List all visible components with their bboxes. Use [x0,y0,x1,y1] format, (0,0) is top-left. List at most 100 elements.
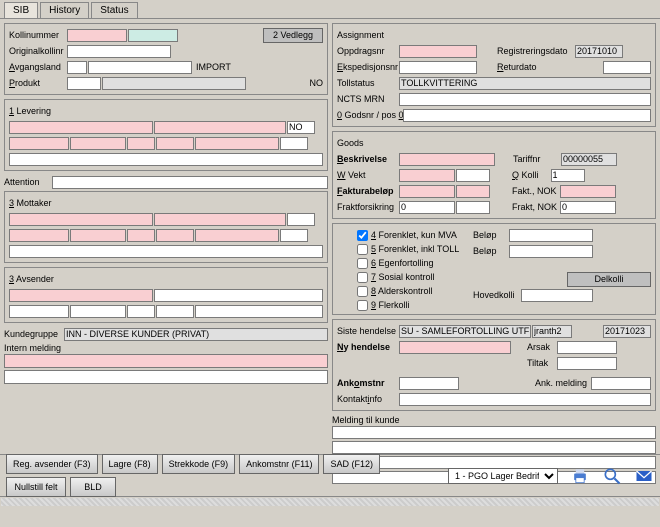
kontaktinfo-input[interactable] [399,393,651,406]
vekt-unit[interactable] [456,169,490,182]
search-icon[interactable] [602,466,622,486]
tab-sib[interactable]: SIB [4,2,38,18]
mottaker-r1b[interactable] [154,213,286,226]
produkt-input[interactable] [67,77,101,90]
avsender-r2b[interactable] [70,305,126,318]
mottaker-r1a[interactable] [9,213,153,226]
siste-input[interactable] [399,325,531,338]
ankomstnr-button[interactable]: Ankomstnr (F11) [239,454,319,474]
arsak-label: Arsak [527,342,557,352]
check-9[interactable] [357,300,368,311]
group-mottaker: 3 Mottaker [4,191,328,263]
check-7[interactable] [357,272,368,283]
levering-r1a[interactable] [9,121,153,134]
retur-input[interactable] [603,61,651,74]
avsender-r2a[interactable] [9,305,69,318]
vekt-input[interactable] [399,169,455,182]
produkt-name[interactable] [102,77,246,90]
faktnok-input[interactable] [560,185,616,198]
group-levering: 1 Levering [4,99,328,171]
levering-r2e[interactable] [195,137,279,150]
levering-r1b[interactable] [154,121,286,134]
check5-label: 5 Forenklet, inkl TOLL [371,244,459,254]
siste-user[interactable] [532,325,572,338]
levering-r3[interactable] [9,153,323,166]
ncts-input[interactable] [399,93,651,106]
arsak-input[interactable] [557,341,617,354]
godsnr-input[interactable] [403,109,651,122]
attention-input[interactable] [52,176,328,189]
siste-date[interactable] [603,325,651,338]
intern-melding-2[interactable] [4,370,328,384]
avsender-r1a[interactable] [9,289,153,302]
mottaker-r3[interactable] [9,245,323,258]
levering-r2f[interactable] [280,137,308,150]
avgangsland-name[interactable] [88,61,192,74]
levering-r1c[interactable] [287,121,315,134]
levering-r2d[interactable] [156,137,194,150]
avgangsland-code[interactable] [67,61,87,74]
eksp-label: Ekspedisjonsnr [337,62,399,72]
originalkollinr-input[interactable] [67,45,171,58]
mottaker-r2e[interactable] [195,229,279,242]
kolli-input[interactable] [551,169,585,182]
intern-melding-1[interactable] [4,354,328,368]
mottaker-r1c[interactable] [287,213,315,226]
levering-r2a[interactable] [9,137,69,150]
bld-button[interactable]: BLD [70,477,116,497]
mottaker-r2b[interactable] [70,229,126,242]
tollstatus-input[interactable] [399,77,651,90]
tollstatus-label: Tollstatus [337,78,399,88]
lager-select[interactable]: 1 - PGO Lager Bedrift [448,468,558,484]
oppdragsnr-input[interactable] [399,45,477,58]
mottaker-r2f[interactable] [280,229,308,242]
avsender-r2e[interactable] [195,305,323,318]
avsender-r1b[interactable] [154,289,323,302]
avsender-r2c[interactable] [127,305,155,318]
meldingkunde-2[interactable] [332,441,656,454]
scrollbar[interactable] [0,496,660,506]
nullstill-button[interactable]: Nullstill felt [6,477,66,497]
reg-avsender-button[interactable]: Reg. avsender (F3) [6,454,98,474]
kundegruppe-input[interactable] [64,328,328,341]
mottaker-r2d[interactable] [156,229,194,242]
belop-input-1[interactable] [509,229,593,242]
check-5[interactable] [357,244,368,255]
beskrivelse-input[interactable] [399,153,495,166]
meldingkunde-1[interactable] [332,426,656,439]
fraktforsikring-input[interactable] [399,201,455,214]
belop-input-2[interactable] [509,245,593,258]
tiltak-input[interactable] [557,357,617,370]
levering-r2c[interactable] [127,137,155,150]
fraktnok-input[interactable] [560,201,616,214]
sad-button[interactable]: SAD (F12) [323,454,380,474]
check-6[interactable] [357,258,368,269]
fraktforsikring-cur[interactable] [456,201,490,214]
delkolli-button[interactable]: Delkolli [567,272,651,287]
avsender-r2d[interactable] [156,305,194,318]
ankmelding-input[interactable] [591,377,651,390]
ny-input[interactable] [399,341,511,354]
print-icon[interactable] [570,466,590,486]
fakturabelop-cur[interactable] [456,185,490,198]
ankomstnr-input[interactable] [399,377,459,390]
mottaker-r2c[interactable] [127,229,155,242]
mottaker-r2a[interactable] [9,229,69,242]
kollinummer-input[interactable] [67,29,127,42]
check-4[interactable] [357,230,368,241]
fakturabelop-input[interactable] [399,185,455,198]
tariffnr-input[interactable] [561,153,617,166]
check-8[interactable] [357,286,368,297]
fraktnok-label: Frakt, NOK [512,202,560,212]
vedlegg-button[interactable]: 2 Vedlegg [263,28,323,43]
eksp-input[interactable] [399,61,477,74]
kollinummer-input2[interactable] [128,29,178,42]
tab-history[interactable]: History [40,2,89,18]
strekkode-button[interactable]: Strekkode (F9) [162,454,236,474]
reg-input[interactable] [575,45,623,58]
lagre-button[interactable]: Lagre (F8) [102,454,158,474]
levering-r2b[interactable] [70,137,126,150]
mail-icon[interactable] [634,466,654,486]
tab-status[interactable]: Status [91,2,137,18]
hovedkolli-input[interactable] [521,289,593,302]
